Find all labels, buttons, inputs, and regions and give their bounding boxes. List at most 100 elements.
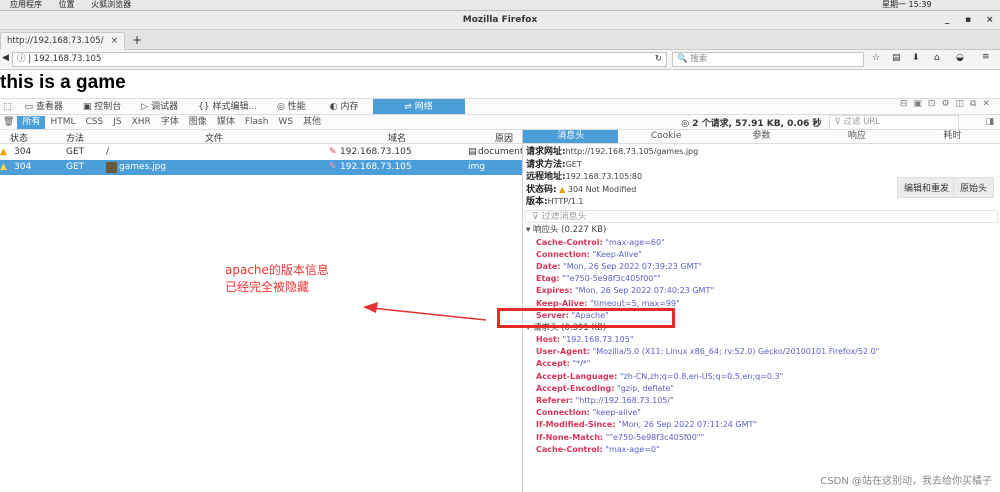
header-row[interactable]: Date: "Mon, 26 Sep 2022 07:39:23 GMT" [523, 261, 1000, 273]
request-method: 请求方法:GET [526, 159, 582, 170]
insecure-icon: ✎ [329, 162, 337, 172]
col-domain[interactable]: 域名 [388, 131, 406, 144]
tab-title: http://192.168.73.105/ [7, 36, 104, 46]
tab-params[interactable]: 参数 [714, 130, 809, 143]
minimize-button[interactable]: _ [945, 11, 950, 30]
annotation-line1: apache的版本信息 [225, 263, 329, 277]
menu-apps[interactable]: 应用程序 [10, 0, 42, 9]
filter-ws[interactable]: WS [273, 116, 298, 129]
document-icon: ▤ [468, 147, 477, 157]
response-headers-section[interactable]: ▾ 响应头 (0.227 KB) [523, 224, 1000, 237]
menu-icon[interactable]: ≡ [982, 52, 990, 62]
clock: 星期一 15:39 [882, 0, 932, 9]
row-domain: 192.168.73.105 [340, 162, 412, 172]
request-url: 请求网址:http://192.168.73.105/games.jpg [526, 147, 699, 157]
filter-flash[interactable]: Flash [240, 116, 274, 129]
header-row[interactable]: Connection: "Keep-Alive" [523, 249, 1000, 261]
devtools-window-icons[interactable]: ⊟▣⊡⚙◫⧉✕ [900, 99, 1000, 114]
pocket-icon[interactable]: ◒ [956, 53, 964, 63]
col-status[interactable]: 状态 [10, 131, 28, 144]
download-icon[interactable]: ⬇ [912, 53, 920, 63]
tab-close-icon[interactable]: × [111, 36, 118, 46]
header-value: "Mon, 26 Sep 2022 07:39:23 GMT" [563, 261, 703, 271]
col-file[interactable]: 文件 [205, 131, 223, 144]
clear-icon[interactable]: 🗑 [0, 116, 17, 129]
col-cause[interactable]: 原因 [495, 131, 513, 144]
header-name: Accept-Language: [536, 371, 618, 381]
filter-xhr[interactable]: XHR [127, 116, 156, 129]
nav-bar: ◀ ⓘ | 192.168.73.105 ↻ 🔍 搜索 ☆ ▤ ⬇ ⌂ ◒ ≡ [0, 50, 1000, 70]
menu-places[interactable]: 位置 [59, 0, 75, 9]
header-row[interactable]: Cache-Control: "max-age=60" [523, 237, 1000, 249]
tab-performance[interactable]: ◎ 性能 [267, 99, 316, 114]
watermark: CSDN @站在这别动，我去给你买橘子 [820, 476, 992, 487]
filter-headers-input[interactable]: ⊽ 过滤消息头 [525, 209, 998, 223]
system-top-bar: 应用程序 位置 火狐浏览器 星期一 15:39 [0, 0, 1000, 11]
new-tab-button[interactable]: + [132, 33, 142, 47]
tab-debugger[interactable]: ▷ 调试器 [131, 99, 188, 114]
reading-list-icon[interactable]: ▤ [892, 53, 901, 63]
header-name: User-Agent: [536, 347, 591, 357]
menu-firefox[interactable]: 火狐浏览器 [91, 0, 131, 9]
tab-cookies[interactable]: Cookie [618, 130, 713, 143]
toggle-panel-icon[interactable]: ◨ [985, 117, 994, 127]
maximize-button[interactable]: ▪ [965, 11, 971, 30]
header-row[interactable]: Accept-Encoding: "gzip, deflate" [523, 383, 1000, 395]
header-row[interactable]: If-None-Match: ""e750-5e98f3c405f00"" [523, 432, 1000, 444]
tab-memory[interactable]: ◐ 内存 [316, 99, 373, 114]
header-name: Cache-Control: [536, 444, 603, 454]
filter-media[interactable]: 媒体 [212, 116, 240, 129]
warning-icon: ▲ [0, 147, 7, 157]
tab-style-editor[interactable]: {} 样式编辑... [188, 99, 267, 114]
header-row[interactable]: Cache-Control: "max-age=0" [523, 444, 1000, 456]
header-name: If-None-Match: [536, 432, 604, 442]
annotation-text: apache的版本信息 已经完全被隐藏 [225, 262, 329, 296]
back-icon[interactable]: ◀ [2, 53, 9, 63]
tab-console[interactable]: ▣ 控制台 [73, 99, 131, 114]
header-row[interactable]: User-Agent: "Mozilla/5.0 (X11; Linux x86… [523, 346, 1000, 358]
raw-headers-button[interactable]: 原始头 [953, 177, 995, 198]
filter-fonts[interactable]: 字体 [156, 116, 184, 129]
url-bar[interactable]: ⓘ | 192.168.73.105 ↻ [12, 52, 667, 67]
filter-html[interactable]: HTML [45, 116, 80, 129]
filter-url-input[interactable]: ⊽ 过滤 URL [829, 114, 960, 130]
tab-timings[interactable]: 耗时 [905, 130, 1000, 143]
home-icon[interactable]: ⌂ [934, 53, 940, 63]
pick-element-icon[interactable]: ⬚ [0, 99, 15, 114]
header-value: "Mozilla/5.0 (X11; Linux x86_64; rv:52.0… [592, 347, 880, 357]
row-method: GET [66, 162, 85, 172]
header-row[interactable]: Etag: ""e750-5e98f3c405f00"" [523, 273, 1000, 285]
image-thumbnail [106, 162, 117, 173]
filter-css[interactable]: CSS [81, 116, 109, 129]
bookmark-star-icon[interactable]: ☆ [872, 53, 880, 63]
header-value: ""e750-5e98f3c405f00"" [605, 432, 705, 442]
table-row[interactable]: ▲ 304 GET / ✎ 192.168.73.105 ▤ document [0, 145, 523, 160]
tab-inspector[interactable]: ▭ 查看器 [15, 99, 73, 114]
tab-network[interactable]: ⇌ 网络 [372, 99, 465, 114]
info-icon: ⓘ | [17, 54, 34, 64]
filter-other[interactable]: 其他 [298, 116, 326, 129]
table-row-selected[interactable]: ▲ 304 GET games.jpg ✎ 192.168.73.105 img [0, 160, 522, 175]
edit-resend-button[interactable]: 编辑和重发 [897, 177, 957, 198]
header-row[interactable]: Accept-Language: "zh-CN,zh;q=0.8,en-US;q… [523, 371, 1000, 383]
header-row[interactable]: Host: "192.168.73.105" [523, 334, 1000, 346]
header-row[interactable]: If-Modified-Since: "Mon, 26 Sep 2022 07:… [523, 419, 1000, 431]
browser-tab[interactable]: http://192.168.73.105/ × [0, 32, 125, 50]
filter-images[interactable]: 图像 [184, 116, 212, 129]
col-method[interactable]: 方法 [66, 131, 84, 144]
header-row[interactable]: Accept: "*/*" [523, 358, 1000, 370]
reload-icon[interactable]: ↻ [655, 53, 662, 66]
url-text: 192.168.73.105 [33, 54, 102, 64]
header-row[interactable]: Expires: "Mon, 26 Sep 2022 07:40:23 GMT" [523, 285, 1000, 297]
filter-js[interactable]: JS [108, 116, 126, 129]
filter-all[interactable]: 所有 [17, 115, 46, 129]
header-value: "max-age=60" [605, 237, 665, 247]
search-input[interactable]: 🔍 搜索 [672, 52, 864, 67]
close-window-button[interactable]: × [986, 11, 994, 30]
header-row[interactable]: Connection: "keep-alive" [523, 407, 1000, 419]
header-name: Referer: [536, 395, 574, 405]
tab-response[interactable]: 响应 [809, 130, 904, 143]
tab-headers[interactable]: 消息头 [523, 130, 619, 143]
header-name: Connection: [536, 408, 590, 418]
header-row[interactable]: Referer: "http://192.168.73.105/" [523, 395, 1000, 407]
